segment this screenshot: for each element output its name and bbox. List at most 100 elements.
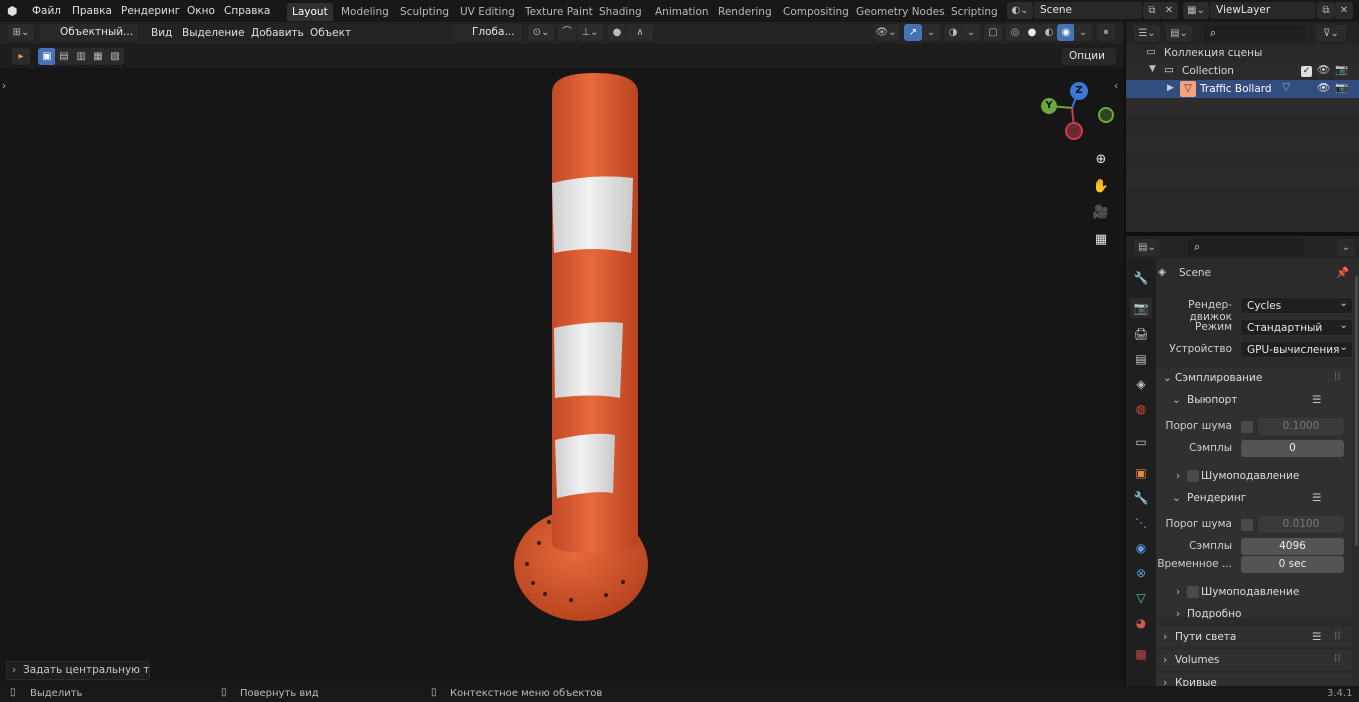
tool-tab-icon[interactable]: 🔧 [1130, 268, 1152, 288]
exclude-checkbox[interactable]: ✓ [1301, 66, 1312, 77]
outliner-row-scene-collection[interactable]: ▭ Коллекция сцены [1126, 44, 1359, 62]
drag-handle-icon[interactable]: ⁞⁞ [1334, 626, 1341, 646]
gizmo-neg-x-axis[interactable] [1065, 122, 1083, 140]
display-mode-icon[interactable]: ▤⌄ [1166, 25, 1192, 42]
constraints-tab-icon[interactable]: ⊗ [1130, 563, 1152, 583]
gizmo-toggle-icon[interactable]: ↗ [904, 24, 922, 41]
shading-solid-icon[interactable]: ● [1023, 24, 1041, 41]
eye-icon[interactable]: 👁 [1317, 81, 1330, 94]
object-tab-icon[interactable]: ▣ [1130, 463, 1152, 483]
tab-scripting[interactable]: Scripting [946, 3, 1003, 21]
menu-object[interactable]: Объект [310, 25, 351, 41]
mesh-data-icon[interactable]: ▽ [1282, 81, 1290, 93]
expand-arrow-icon[interactable]: ▼ [1149, 64, 1156, 74]
curves-panel-header[interactable]: › Кривые [1156, 673, 1352, 686]
pan-hand-icon[interactable]: ✋ [1090, 176, 1112, 198]
tab-animation[interactable]: Animation [650, 3, 714, 21]
falloff-icon[interactable]: ∧ [627, 24, 653, 41]
shading-material-icon[interactable]: ◐ [1040, 24, 1058, 41]
time-limit-field[interactable]: 0 sec [1241, 556, 1344, 573]
zoom-icon[interactable]: ⊕ [1090, 149, 1112, 171]
snap-target-icon[interactable]: ⊥⌄ [577, 24, 603, 41]
texture-tab-icon[interactable]: ▩ [1130, 644, 1152, 664]
delete-scene-icon[interactable]: ✕ [1160, 2, 1178, 19]
render-noise-threshold-checkbox[interactable] [1241, 519, 1253, 531]
last-operator-panel[interactable]: › Задать центральную точк [6, 661, 150, 680]
viewlayer-name-field[interactable]: ViewLayer [1210, 2, 1316, 19]
viewport-samples-field[interactable]: 0 [1241, 440, 1344, 457]
view-layer-tab-icon[interactable]: ▤ [1130, 349, 1152, 369]
drag-handle-icon[interactable]: ⁞⁞ [1334, 367, 1341, 387]
tab-sculpting[interactable]: Sculpting [395, 3, 454, 21]
camera-icon[interactable]: 📷 [1335, 63, 1348, 76]
render-tab-icon[interactable]: 📷 [1130, 298, 1152, 318]
scene-tab-icon[interactable]: ◈ [1130, 374, 1152, 394]
presets-list-icon[interactable]: ☰ [1312, 390, 1321, 410]
properties-search-input[interactable]: ⌕ [1188, 239, 1304, 256]
transform-orientation-selector[interactable]: Глоба... [452, 24, 522, 41]
scene-name-field[interactable]: Scene [1034, 2, 1142, 19]
light-paths-panel-header[interactable]: › Пути света ☰ ⁞⁞ [1156, 627, 1352, 647]
tab-texture-paint[interactable]: Texture Paint [520, 3, 598, 21]
viewport-noise-threshold-field[interactable]: 0.1000 [1258, 418, 1344, 435]
eye-icon[interactable]: 👁 [1317, 63, 1330, 76]
outliner-row-traffic-bollard[interactable]: ▶ ▽ Traffic Bollard ▽ 👁 📷 [1126, 80, 1359, 98]
tab-shading[interactable]: Shading [594, 3, 647, 21]
select-invert-icon[interactable]: ▦ [89, 48, 107, 65]
menu-select[interactable]: Выделение [182, 25, 245, 41]
menu-help[interactable]: Справка [224, 3, 270, 19]
tab-geometry-nodes[interactable]: Geometry Nodes [851, 3, 950, 21]
gizmo-neg-y-axis[interactable] [1098, 107, 1114, 123]
blender-logo-icon[interactable]: ⬢ [7, 3, 17, 19]
render-engine-select[interactable]: Cycles [1240, 295, 1353, 314]
pin-icon[interactable]: 📌 [1336, 266, 1349, 279]
shading-wireframe-icon[interactable]: ◎ [1006, 24, 1024, 41]
render-denoise-header[interactable]: › Шумоподавление [1176, 582, 1346, 602]
select-extend-icon[interactable]: ▤ [55, 48, 73, 65]
presets-list-icon[interactable]: ☰ [1312, 488, 1321, 508]
menu-window[interactable]: Окно [187, 3, 215, 19]
select-subtract-icon[interactable]: ▥ [72, 48, 90, 65]
menu-file[interactable]: Файл [32, 3, 61, 19]
traffic-bollard-render[interactable] [505, 73, 660, 638]
camera-icon[interactable]: 📷 [1335, 81, 1348, 94]
viewlayer-selector-icon[interactable]: ▦⌄ [1183, 2, 1209, 19]
tab-compositing[interactable]: Compositing [778, 3, 854, 21]
select-new-icon[interactable]: ▣ [38, 48, 56, 65]
mode-select[interactable]: Стандартный [1240, 317, 1353, 336]
pivot-point-icon[interactable]: ⊙⌄ [528, 24, 554, 41]
output-tab-icon[interactable]: 🖨 [1130, 324, 1152, 344]
viewport-noise-threshold-checkbox[interactable] [1241, 421, 1253, 433]
perspective-toggle-icon[interactable]: ▦ [1090, 229, 1112, 251]
device-select[interactable]: GPU-вычисления [1240, 339, 1353, 358]
shading-menu-icon[interactable]: ⌄ [1074, 24, 1092, 41]
editor-type-icon[interactable]: ⊞⌄ [8, 24, 34, 41]
tab-modeling[interactable]: Modeling [336, 3, 394, 21]
advanced-subpanel-header[interactable]: › Подробно [1176, 604, 1346, 624]
select-intersect-icon[interactable]: ▧ [106, 48, 124, 65]
modifier-tab-icon[interactable]: 🔧 [1130, 488, 1152, 508]
viewport-subpanel-header[interactable]: ⌄ Выюпорт ☰ [1172, 390, 1350, 410]
viewport-denoise-checkbox[interactable] [1187, 470, 1199, 482]
render-noise-threshold-field[interactable]: 0.0100 [1258, 516, 1344, 533]
overlay-menu-icon[interactable]: ⌄ [962, 24, 980, 41]
drag-handle-icon[interactable]: ⁞⁞ [1334, 649, 1341, 669]
viewport-denoise-header[interactable]: › Шумоподавление [1176, 466, 1346, 486]
toolbar-expand-icon[interactable]: › [2, 80, 6, 92]
collection-tab-icon[interactable]: ▭ [1130, 432, 1152, 452]
render-denoise-checkbox[interactable] [1187, 586, 1199, 598]
tab-layout[interactable]: Layout [287, 3, 333, 21]
outliner-search-input[interactable]: ⌕ [1204, 25, 1305, 42]
new-viewlayer-icon[interactable]: ⧉ [1317, 2, 1335, 19]
presets-list-icon[interactable]: ☰ [1312, 627, 1321, 647]
scene-selector-icon[interactable]: ◐⌄ [1007, 2, 1033, 19]
world-tab-icon[interactable]: ◍ [1130, 399, 1152, 419]
properties-scrollbar[interactable] [1355, 276, 1358, 546]
menu-view[interactable]: Вид [151, 25, 172, 41]
render-subpanel-header[interactable]: ⌄ Рендеринг ☰ [1172, 488, 1350, 508]
properties-options-icon[interactable]: ⌄ [1337, 239, 1355, 256]
visibility-selector-icon[interactable]: 👁⌄ [873, 24, 899, 41]
shading-rendered-icon[interactable]: ◉ [1057, 24, 1075, 41]
data-tab-icon[interactable]: ▽ [1130, 588, 1152, 608]
menu-add[interactable]: Добавить [251, 25, 304, 41]
